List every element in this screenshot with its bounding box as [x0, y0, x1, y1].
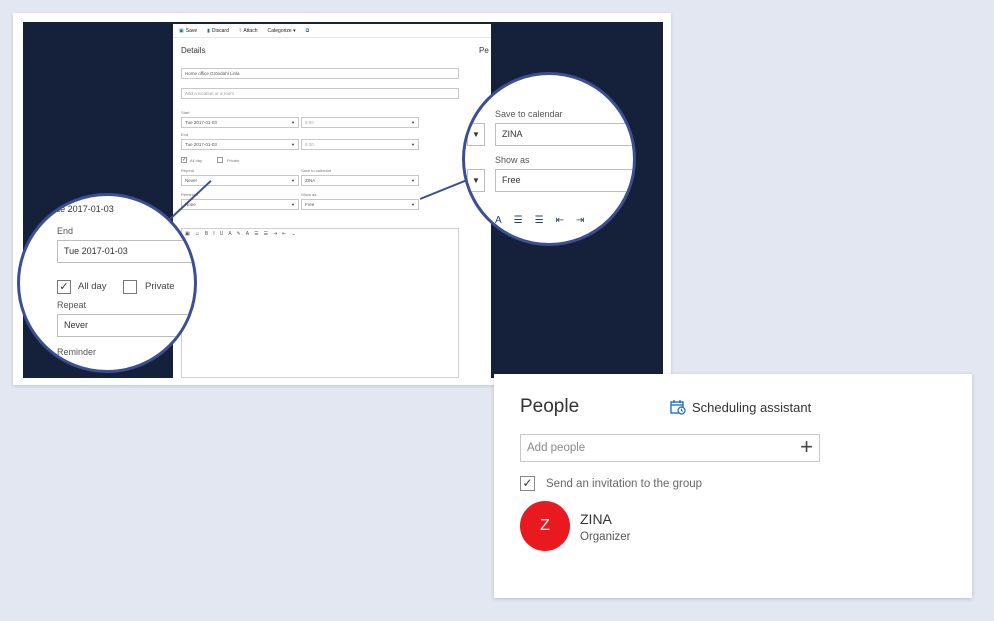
add-people-input[interactable]: Add people +	[520, 434, 820, 462]
all-day-checkbox[interactable]: ✓	[181, 157, 187, 163]
private-label: Private	[227, 158, 240, 163]
plus-icon[interactable]: +	[800, 436, 813, 458]
outdent-icon[interactable]: ⇤	[282, 231, 286, 237]
repeat-label: Repeat	[181, 168, 194, 173]
numbered-list-icon[interactable]: ☰	[264, 231, 268, 237]
zoom-format-toolbar: A ☰ ☰ ⇤ ⇥	[495, 215, 584, 226]
zoom-save-to-field[interactable]: ZINA	[495, 123, 633, 146]
start-label: Start	[181, 110, 190, 115]
zoom-show-as-label: Show as	[495, 155, 530, 165]
italic-icon[interactable]: I	[213, 231, 214, 237]
zoom-start-date: Tue 2017-01-03	[50, 204, 114, 214]
paperclip-icon: ⌇	[238, 27, 242, 34]
zoom-private-checkbox[interactable]	[123, 280, 137, 294]
font-color-icon[interactable]: A	[495, 215, 502, 226]
underline-icon[interactable]: U	[220, 231, 224, 237]
attach-button[interactable]: ⌇ Attach	[239, 28, 258, 34]
copy-icon[interactable]: ⧉	[306, 28, 310, 34]
scheduling-assistant-label: Scheduling assistant	[692, 399, 812, 415]
zoom-end-date-field[interactable]: Tue 2017-01-03	[57, 240, 194, 263]
send-invitation-label: Send an invitation to the group	[546, 478, 703, 490]
outdent-icon[interactable]: ⇤	[556, 215, 564, 226]
zoom-dropdown-arrow[interactable]: ▼	[467, 169, 485, 192]
chevron-down-icon: ▼	[291, 202, 295, 207]
people-heading-partial: Pe	[479, 46, 489, 55]
chevron-down-icon: ▼	[291, 178, 295, 183]
zoom-repeat-label: Repeat	[57, 300, 87, 310]
calendar-clock-icon	[670, 400, 686, 415]
event-title-input[interactable]: Home office Gröndahl Linla	[181, 68, 459, 79]
reminder-select[interactable]: None ▼	[181, 199, 299, 210]
numbered-list-icon[interactable]: ☰	[535, 215, 544, 226]
start-date-select[interactable]: Tue 2017-01-03 ▼	[181, 117, 299, 128]
end-label: End	[181, 132, 189, 137]
chevron-down-icon: ▼	[411, 178, 415, 183]
zoom-private-label: Private	[145, 281, 175, 292]
avatar: Z	[520, 501, 570, 551]
highlight-icon[interactable]: ✎	[237, 231, 241, 237]
trash-icon: ▮	[207, 27, 210, 34]
chevron-down-icon: ▼	[411, 120, 415, 125]
show-as-select[interactable]: Free ▼	[301, 199, 419, 210]
scheduling-assistant-link[interactable]: Scheduling assistant	[670, 399, 811, 415]
chevron-down-icon: ▼	[291, 142, 295, 147]
image-icon[interactable]: ▣	[185, 231, 190, 237]
start-time-select[interactable]: 9:00 ▼	[301, 117, 419, 128]
zoom-save-to-label: Save to calendar	[495, 109, 563, 119]
emoji-icon[interactable]: ☺	[195, 231, 200, 237]
chevron-down-icon[interactable]: ⌄	[291, 231, 295, 237]
bullet-list-icon[interactable]: ☰	[254, 231, 258, 237]
body-editor[interactable]: ▣ ☺ B I U A ✎ A ☰ ☰ ⇥ ⇤ ⌄	[181, 228, 459, 378]
repeat-select[interactable]: Never ▼	[181, 175, 299, 186]
font-size-icon[interactable]: A	[228, 231, 231, 237]
private-checkbox[interactable]	[217, 157, 223, 163]
show-as-label: Show as	[301, 192, 317, 197]
discard-button[interactable]: ▮ Discard	[207, 28, 229, 34]
categorize-button[interactable]: Categorize ▾	[268, 28, 296, 34]
bold-icon[interactable]: B	[205, 231, 208, 237]
send-invitation-checkbox[interactable]: ✓	[520, 476, 535, 491]
chevron-down-icon: ▼	[411, 202, 415, 207]
format-toolbar: ▣ ☺ B I U A ✎ A ☰ ☰ ⇥ ⇤ ⌄	[182, 229, 458, 239]
zoom-dropdown-arrow[interactable]: ▼	[467, 123, 485, 146]
save-to-calendar-label: Save to calendar	[301, 168, 332, 173]
save-button[interactable]: ▣ Save	[179, 28, 197, 34]
zoom-repeat-field[interactable]: Never	[57, 314, 194, 337]
zoom-circle-right: ▼ Save to calendar ZINA ▼ Show as Free A…	[462, 72, 636, 246]
end-date-select[interactable]: Tue 2017-01-03 ▼	[181, 139, 299, 150]
attendee-role: Organizer	[580, 531, 631, 543]
save-icon: ▣	[179, 27, 184, 34]
indent-icon[interactable]: ⇥	[273, 231, 277, 237]
end-time-select[interactable]: 9:30 ▼	[301, 139, 419, 150]
zoom-circle-left: Tue 2017-01-03 End Tue 2017-01-03 ✓ All …	[17, 193, 197, 373]
zoom-all-day-checkbox[interactable]: ✓	[57, 280, 71, 294]
chevron-down-icon: ▼	[291, 120, 295, 125]
event-form: ▣ Save ▮ Discard ⌇ Attach Categorize ▾ ⧉ De…	[173, 24, 491, 378]
zoom-show-as-field[interactable]: Free	[495, 169, 633, 192]
people-heading: People	[520, 396, 580, 417]
zoom-end-label: End	[57, 226, 74, 236]
indent-icon[interactable]: ⇥	[576, 215, 584, 226]
chevron-down-icon: ▼	[411, 142, 415, 147]
bullet-list-icon[interactable]: ☰	[514, 215, 523, 226]
attendee-name: ZINA	[580, 511, 612, 527]
save-to-calendar-select[interactable]: ZINA ▼	[301, 175, 419, 186]
zoom-reminder-label: Reminder	[57, 347, 97, 357]
location-input[interactable]: Add a location or a room	[181, 88, 459, 99]
people-panel: People Scheduling assistant Add people +…	[494, 374, 972, 598]
zoom-all-day-label: All day	[78, 281, 107, 292]
font-color-icon[interactable]: A	[246, 231, 249, 237]
details-heading: Details	[181, 46, 206, 55]
event-toolbar: ▣ Save ▮ Discard ⌇ Attach Categorize ▾ ⧉	[173, 24, 491, 38]
all-day-label: All day	[190, 158, 203, 163]
